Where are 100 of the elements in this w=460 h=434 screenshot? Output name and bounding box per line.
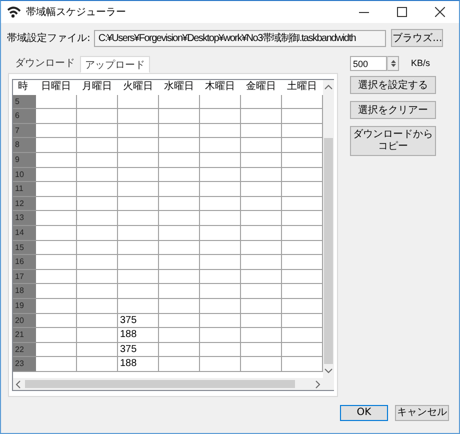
action-button[interactable]: 選択を設定する bbox=[350, 76, 436, 94]
table-cell bbox=[159, 94, 200, 110]
action-button[interactable]: ダウンロードからコピー bbox=[350, 126, 436, 156]
table-cell bbox=[77, 168, 118, 182]
column-header: 火曜日 bbox=[122, 80, 154, 94]
table-cell bbox=[77, 357, 118, 372]
table-cell bbox=[36, 211, 77, 226]
column-header: 木曜日 bbox=[204, 80, 236, 94]
browse-button[interactable]: ブラウズ... bbox=[391, 29, 444, 47]
table-cell bbox=[36, 298, 77, 314]
column-header: 時 bbox=[17, 80, 29, 94]
column-header: 日曜日 bbox=[40, 80, 72, 94]
table-cell bbox=[77, 298, 118, 314]
table-cell bbox=[241, 328, 282, 343]
table-cell bbox=[241, 211, 282, 226]
dialog-button[interactable]: キャンセル bbox=[395, 405, 449, 421]
table-cell bbox=[36, 314, 77, 328]
up-down-icon bbox=[390, 59, 396, 68]
table-cell bbox=[159, 211, 200, 226]
dialog-button[interactable]: OK bbox=[340, 405, 388, 421]
table-cell bbox=[118, 152, 159, 168]
table-cell bbox=[118, 94, 159, 110]
table-cell bbox=[200, 226, 241, 241]
table-cell bbox=[118, 284, 159, 299]
column-header: 金曜日 bbox=[245, 80, 277, 94]
table-cell bbox=[118, 255, 159, 270]
table-cell bbox=[241, 342, 282, 358]
tab[interactable]: アップロード bbox=[80, 56, 150, 73]
table-cell bbox=[200, 298, 241, 314]
table-cell bbox=[241, 94, 282, 110]
rate-field[interactable]: 500 bbox=[350, 56, 387, 71]
file-path-field[interactable]: C:¥Users¥Forgevision¥Desktop¥work¥No3帯域制御.taskbandwidth bbox=[94, 30, 386, 46]
table-cell bbox=[241, 124, 282, 138]
unit-label: KB/s bbox=[411, 56, 430, 70]
table-cell bbox=[200, 124, 241, 138]
table-cell bbox=[118, 211, 159, 226]
close-icon[interactable] bbox=[435, 7, 445, 17]
scrollbar-thumb[interactable] bbox=[324, 138, 333, 364]
spin-button[interactable] bbox=[387, 56, 399, 71]
table-cell bbox=[36, 284, 77, 299]
table-cell bbox=[77, 182, 118, 197]
table-cell bbox=[200, 196, 241, 212]
table-cell bbox=[159, 328, 200, 343]
table-cell bbox=[118, 124, 159, 138]
table-cell bbox=[200, 270, 241, 284]
scroll-left-icon[interactable] bbox=[15, 380, 21, 388]
table-cell bbox=[200, 211, 241, 226]
file-label: 帯域設定ファイル: bbox=[7, 32, 90, 46]
table-cell bbox=[118, 168, 159, 182]
scroll-right-icon[interactable] bbox=[315, 380, 321, 388]
table-cell bbox=[241, 152, 282, 168]
table-cell bbox=[118, 240, 159, 256]
table-cell bbox=[200, 109, 241, 124]
table-cell: 375 bbox=[118, 314, 159, 328]
scrollbar-thumb[interactable] bbox=[25, 380, 295, 388]
table-cell bbox=[36, 182, 77, 197]
table-cell bbox=[36, 196, 77, 212]
table-cell bbox=[241, 240, 282, 256]
row-header: 10 bbox=[13, 168, 36, 182]
table-cell bbox=[36, 342, 77, 358]
table-cell bbox=[159, 240, 200, 256]
table-cell bbox=[200, 342, 241, 358]
maximize-icon[interactable] bbox=[397, 7, 407, 17]
table-cell bbox=[159, 255, 200, 270]
table-cell bbox=[118, 196, 159, 212]
scroll-down-icon[interactable] bbox=[324, 368, 333, 374]
action-button[interactable]: 選択をクリアー bbox=[350, 101, 436, 119]
table-cell bbox=[200, 182, 241, 197]
row-header: 5 bbox=[13, 94, 36, 110]
row-header: 15 bbox=[13, 240, 36, 256]
table-cell bbox=[159, 152, 200, 168]
table-cell bbox=[159, 298, 200, 314]
table-cell bbox=[36, 109, 77, 124]
scroll-up-icon[interactable] bbox=[324, 84, 333, 90]
table-cell bbox=[77, 152, 118, 168]
table-cell bbox=[77, 255, 118, 270]
table-cell bbox=[200, 328, 241, 343]
table-cell bbox=[241, 109, 282, 124]
table-cell bbox=[159, 357, 200, 372]
row-header: 21 bbox=[13, 328, 36, 343]
row-header: 13 bbox=[13, 211, 36, 226]
table-cell bbox=[159, 109, 200, 124]
table-cell bbox=[36, 255, 77, 270]
row-header: 18 bbox=[13, 284, 36, 299]
table-cell bbox=[36, 240, 77, 256]
table-cell bbox=[77, 124, 118, 138]
table-cell bbox=[241, 284, 282, 299]
table-cell bbox=[118, 298, 159, 314]
table-cell bbox=[241, 298, 282, 314]
table-cell bbox=[159, 196, 200, 212]
table-cell bbox=[118, 226, 159, 241]
table-cell bbox=[200, 152, 241, 168]
table-cell bbox=[159, 342, 200, 358]
row-header: 7 bbox=[13, 124, 36, 138]
table-cell bbox=[241, 357, 282, 372]
table-cell bbox=[36, 328, 77, 343]
table-cell: 188 bbox=[118, 357, 159, 372]
table-cell bbox=[77, 196, 118, 212]
app-icon bbox=[7, 6, 21, 18]
column-header: 土曜日 bbox=[286, 80, 318, 94]
